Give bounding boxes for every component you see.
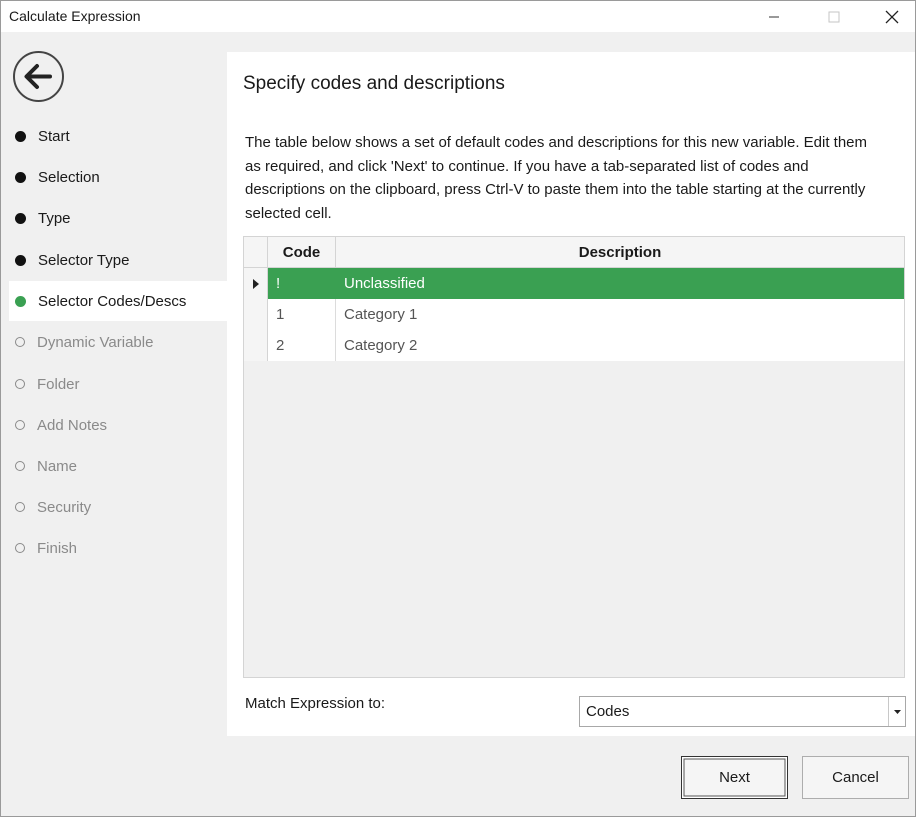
cell-description[interactable]: Category 1 [336,299,904,330]
step-current-dot-icon [15,295,26,307]
table-row[interactable]: 1 Category 1 [244,299,904,330]
match-expression-select[interactable]: Codes [579,696,906,727]
chevron-down-icon [893,709,901,714]
maximize-icon [828,11,840,22]
step-selection[interactable]: Selection [9,157,227,197]
grid-corner [244,237,268,268]
step-label: Name [37,457,78,475]
back-button[interactable] [12,50,65,103]
step-pending-circle-icon [15,420,25,430]
page-description: The table below shows a set of default c… [245,134,868,222]
close-button[interactable] [869,1,915,32]
cell-code[interactable]: 1 [268,299,336,330]
step-pending-circle-icon [15,337,25,347]
step-selector-type[interactable]: Selector Type [9,240,227,280]
step-selector-codes-descs[interactable]: Selector Codes/Descs [9,281,227,321]
step-label: Finish [37,539,78,557]
content-panel: Specify codes and descriptions The table… [227,52,915,736]
step-type[interactable]: Type [9,198,227,238]
step-label: Folder [37,375,80,393]
match-expression-label: Match Expression to: [245,695,386,712]
step-start[interactable]: Start [9,116,227,156]
cell-description[interactable]: Unclassified [336,268,904,299]
step-done-dot-icon [15,212,26,224]
page-title: Specify codes and descriptions [243,73,505,94]
step-label: Start [38,127,70,145]
cell-code[interactable]: ! [268,268,336,299]
grid-header: Code Description [244,237,904,268]
step-label: Dynamic Variable [37,333,154,351]
minimize-icon [769,16,779,17]
column-header-code[interactable]: Code [268,237,336,268]
step-label: Selector Type [38,251,130,269]
step-dynamic-variable: Dynamic Variable [9,322,227,362]
cell-description[interactable]: Category 2 [336,330,904,361]
step-label: Selection [38,168,100,186]
step-pending-circle-icon [15,379,25,389]
title-bar: Calculate Expression [1,1,915,32]
close-icon [885,10,899,23]
back-arrow-icon [13,51,64,102]
step-label: Selector Codes/Descs [38,292,187,310]
row-indicator[interactable] [244,268,268,299]
table-row[interactable]: ! Unclassified [244,268,904,299]
cancel-button[interactable]: Cancel [802,756,909,799]
step-folder: Folder [9,364,227,404]
column-header-description[interactable]: Description [336,237,904,268]
codes-grid[interactable]: Code Description ! Unclassified 1 Catego… [243,236,905,678]
table-row[interactable]: 2 Category 2 [244,330,904,361]
next-button[interactable]: Next [681,756,788,799]
maximize-button [811,1,857,32]
minimize-button[interactable] [751,1,797,32]
dialog-window: Calculate Expression Start Selection Typ… [0,0,916,817]
step-done-dot-icon [15,171,26,183]
step-label: Add Notes [37,416,108,434]
step-security: Security [9,487,227,527]
step-pending-circle-icon [15,461,25,471]
window-title: Calculate Expression [9,8,141,24]
step-finish: Finish [9,528,227,568]
step-done-dot-icon [15,130,26,142]
current-row-arrow-icon [252,278,259,289]
cell-code[interactable]: 2 [268,330,336,361]
step-label: Type [38,209,71,227]
step-add-notes: Add Notes [9,405,227,445]
row-indicator[interactable] [244,330,268,361]
step-name: Name [9,446,227,486]
row-indicator[interactable] [244,299,268,330]
step-pending-circle-icon [15,502,25,512]
step-label: Security [37,498,92,516]
dropdown-button[interactable] [888,697,905,726]
match-expression-value: Codes [586,703,630,720]
step-pending-circle-icon [15,543,25,553]
step-done-dot-icon [15,254,26,266]
